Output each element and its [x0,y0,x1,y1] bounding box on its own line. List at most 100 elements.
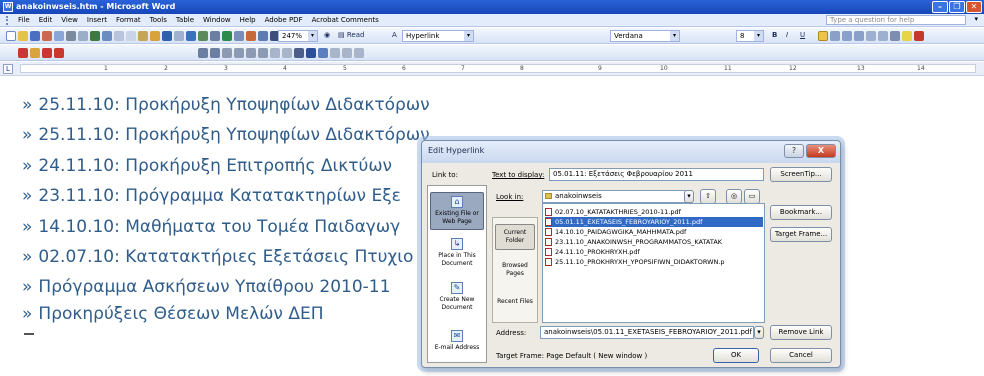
format-painter-icon[interactable] [150,31,160,41]
document-link[interactable]: » 24.11.10: Προκήρυξη Επιτροπής Δικτύων [22,156,392,176]
menu-tools[interactable]: Tools [150,16,167,24]
document-link[interactable]: » Προκηρύξεις Θέσεων Μελών ΔΕΠ [22,304,323,324]
font-select[interactable]: Verdana ▾ [610,30,680,42]
bold-button[interactable]: B [772,31,777,39]
horizontal-ruler[interactable]: L 1 2 3 4 5 6 7 8 9 10 11 12 13 14 [0,62,984,76]
spelling-icon[interactable] [90,31,100,41]
menu-insert[interactable]: Insert [87,16,107,24]
underline-button[interactable]: U [800,31,805,39]
font-size-select[interactable]: 8 ▾ [736,30,764,42]
print-icon[interactable] [66,31,76,41]
browse-file-icon[interactable]: ▭ [744,189,760,204]
target-frame-button[interactable]: Target Frame... [770,227,832,242]
cut-icon[interactable] [114,31,124,41]
file-item[interactable]: 02.07.10_KATATAKTHRIES_2010-11.pdf [545,207,763,217]
menu-edit[interactable]: Edit [39,16,53,24]
justify-icon[interactable] [854,31,864,41]
browsed-pages-tab[interactable]: Browsed Pages [495,262,535,278]
file-item-selected[interactable]: 05.01.11_EXETASEIS_FEBROYARIOY_2011.pdf [545,217,763,227]
styles-formatting-icon[interactable]: A [392,31,397,39]
menu-help[interactable]: Help [240,16,256,24]
web-delete-icon[interactable] [258,48,268,58]
email-icon[interactable] [54,31,64,41]
font-dropdown-icon[interactable]: ▾ [670,31,679,41]
convert-to-pdf-icon[interactable] [18,48,28,58]
menu-table[interactable]: Table [176,16,194,24]
align-center-icon[interactable] [830,31,840,41]
web-edit-icon[interactable] [330,48,340,58]
file-item[interactable]: 14.10.10_PAIDAGWGIKA_MAHHMATA.pdf [545,227,763,237]
web-delete-column-icon[interactable] [306,48,316,58]
style-dropdown-icon[interactable]: ▾ [464,31,473,41]
insert-excel-icon[interactable] [222,31,232,41]
zoom-dropdown-icon[interactable]: ▾ [308,31,317,41]
menu-file[interactable]: File [18,16,30,24]
document-link[interactable]: » 23.11.10: Πρόγραμμα Κατατακτηρίων Εξε [22,186,401,206]
copy-icon[interactable] [126,31,136,41]
document-link[interactable]: » 25.11.10: Προκήρυξη Υποψηφίων Διδακτόρω… [22,125,430,145]
align-left-icon[interactable] [818,31,828,41]
link-text[interactable]: 02.07.10: Κατατακτήριες Εξετάσεις Πτυχιο [38,247,413,267]
web-split-icon[interactable] [270,48,280,58]
menu-acrobat-comments[interactable]: Acrobat Comments [312,16,379,24]
document-link[interactable]: » Πρόγραμμα Ασκήσεων Υπαίθρου 2010-11 [22,277,390,297]
dialog-close-button[interactable]: X [806,144,836,158]
web-table-icon[interactable] [222,48,232,58]
minimize-button[interactable]: – [932,1,948,13]
link-place-in-document[interactable]: ↳ Place in This Document [430,238,484,268]
look-in-select[interactable]: anakoinwseis [542,190,692,203]
menu-view[interactable]: View [61,16,78,24]
address-input[interactable]: anakoinwseis\05.01.11_EXETASEIS_FEBROYAR… [540,326,754,339]
menu-window[interactable]: Window [203,16,231,24]
link-email-address[interactable]: ✉ E-mail Address [430,330,484,352]
web-form-icon[interactable] [198,48,208,58]
file-item[interactable]: 25.11.10_PROKHRYXH_YPOPSIFIWN_DIDAKTORWN… [545,257,763,267]
font-color-icon[interactable] [914,31,924,41]
paste-icon[interactable] [138,31,148,41]
look-in-dropdown-icon[interactable]: ▾ [684,190,694,203]
text-to-display-input[interactable]: 05.01.11: Εξετάσεις Φεβρουαρίου 2011 [549,168,764,181]
save-icon[interactable] [30,31,40,41]
numbering-icon[interactable] [878,31,888,41]
drawing-icon[interactable] [246,31,256,41]
link-text[interactable]: 24.11.10: Προκήρυξη Επιτροπής Δικτύων [38,156,392,176]
word-app-icon[interactable]: W [3,2,13,12]
pdf-options-icon[interactable] [54,48,64,58]
link-text[interactable]: 14.10.10: Μαθήματα του Τομέα Παιδαγωγ [38,217,400,237]
close-button[interactable]: ✕ [966,1,982,13]
link-text[interactable]: Προκηρύξεις Θέσεων Μελών ΔΕΠ [38,304,323,324]
pdf-review-icon[interactable] [42,48,52,58]
tables-borders-icon[interactable] [198,31,208,41]
document-link[interactable]: » 02.07.10: Κατατακτήριες Εξετάσεις Πτυχι… [22,247,413,267]
columns-icon[interactable] [234,31,244,41]
current-folder-tab[interactable]: Current Folder [495,224,535,250]
zoom-select[interactable]: 247% ▾ [278,30,318,42]
dialog-title-bar[interactable]: Edit Hyperlink ? X [422,141,840,163]
web-cell-icon[interactable] [234,48,244,58]
document-link[interactable]: » 14.10.10: Μαθήματα του Τομέα Παιδαγωγ [22,217,400,237]
file-item[interactable]: 23.11.10_ANAKOINWSH_PROGRAMMATOS_KATATAK [545,237,763,247]
help-search-input[interactable]: Type a question for help [826,15,966,25]
new-document-icon[interactable] [6,31,16,41]
open-icon[interactable] [18,31,28,41]
web-frame-icon[interactable] [210,48,220,58]
dialog-help-button[interactable]: ? [784,144,804,158]
link-text[interactable]: 25.11.10: Προκήρυξη Υποψηφίων Διδακτόρων [38,95,429,115]
up-folder-icon[interactable]: ⇧ [700,189,716,204]
font-size-dropdown-icon[interactable]: ▾ [754,31,763,41]
web-insert-icon[interactable] [246,48,256,58]
restore-button[interactable]: ❐ [949,1,965,13]
redo-icon[interactable] [174,31,184,41]
bookmark-button[interactable]: Bookmark... [770,205,832,220]
link-text[interactable]: 25.11.10: Προκήρυξη Υποψηφίων Διδακτόρων [38,125,429,145]
tab-selector-icon[interactable]: L [3,64,13,74]
web-merge-icon[interactable] [282,48,292,58]
hyperlink-icon[interactable] [186,31,196,41]
cancel-button[interactable]: Cancel [770,348,832,363]
align-right-icon[interactable] [842,31,852,41]
screentip-button[interactable]: ScreenTip... [770,167,832,182]
italic-button[interactable]: I [786,31,788,39]
link-text[interactable]: 23.11.10: Πρόγραμμα Κατατακτηρίων Εξε [38,186,400,206]
help-dropdown-icon[interactable]: ▾ [974,15,978,23]
remove-link-button[interactable]: Remove Link [770,325,832,340]
